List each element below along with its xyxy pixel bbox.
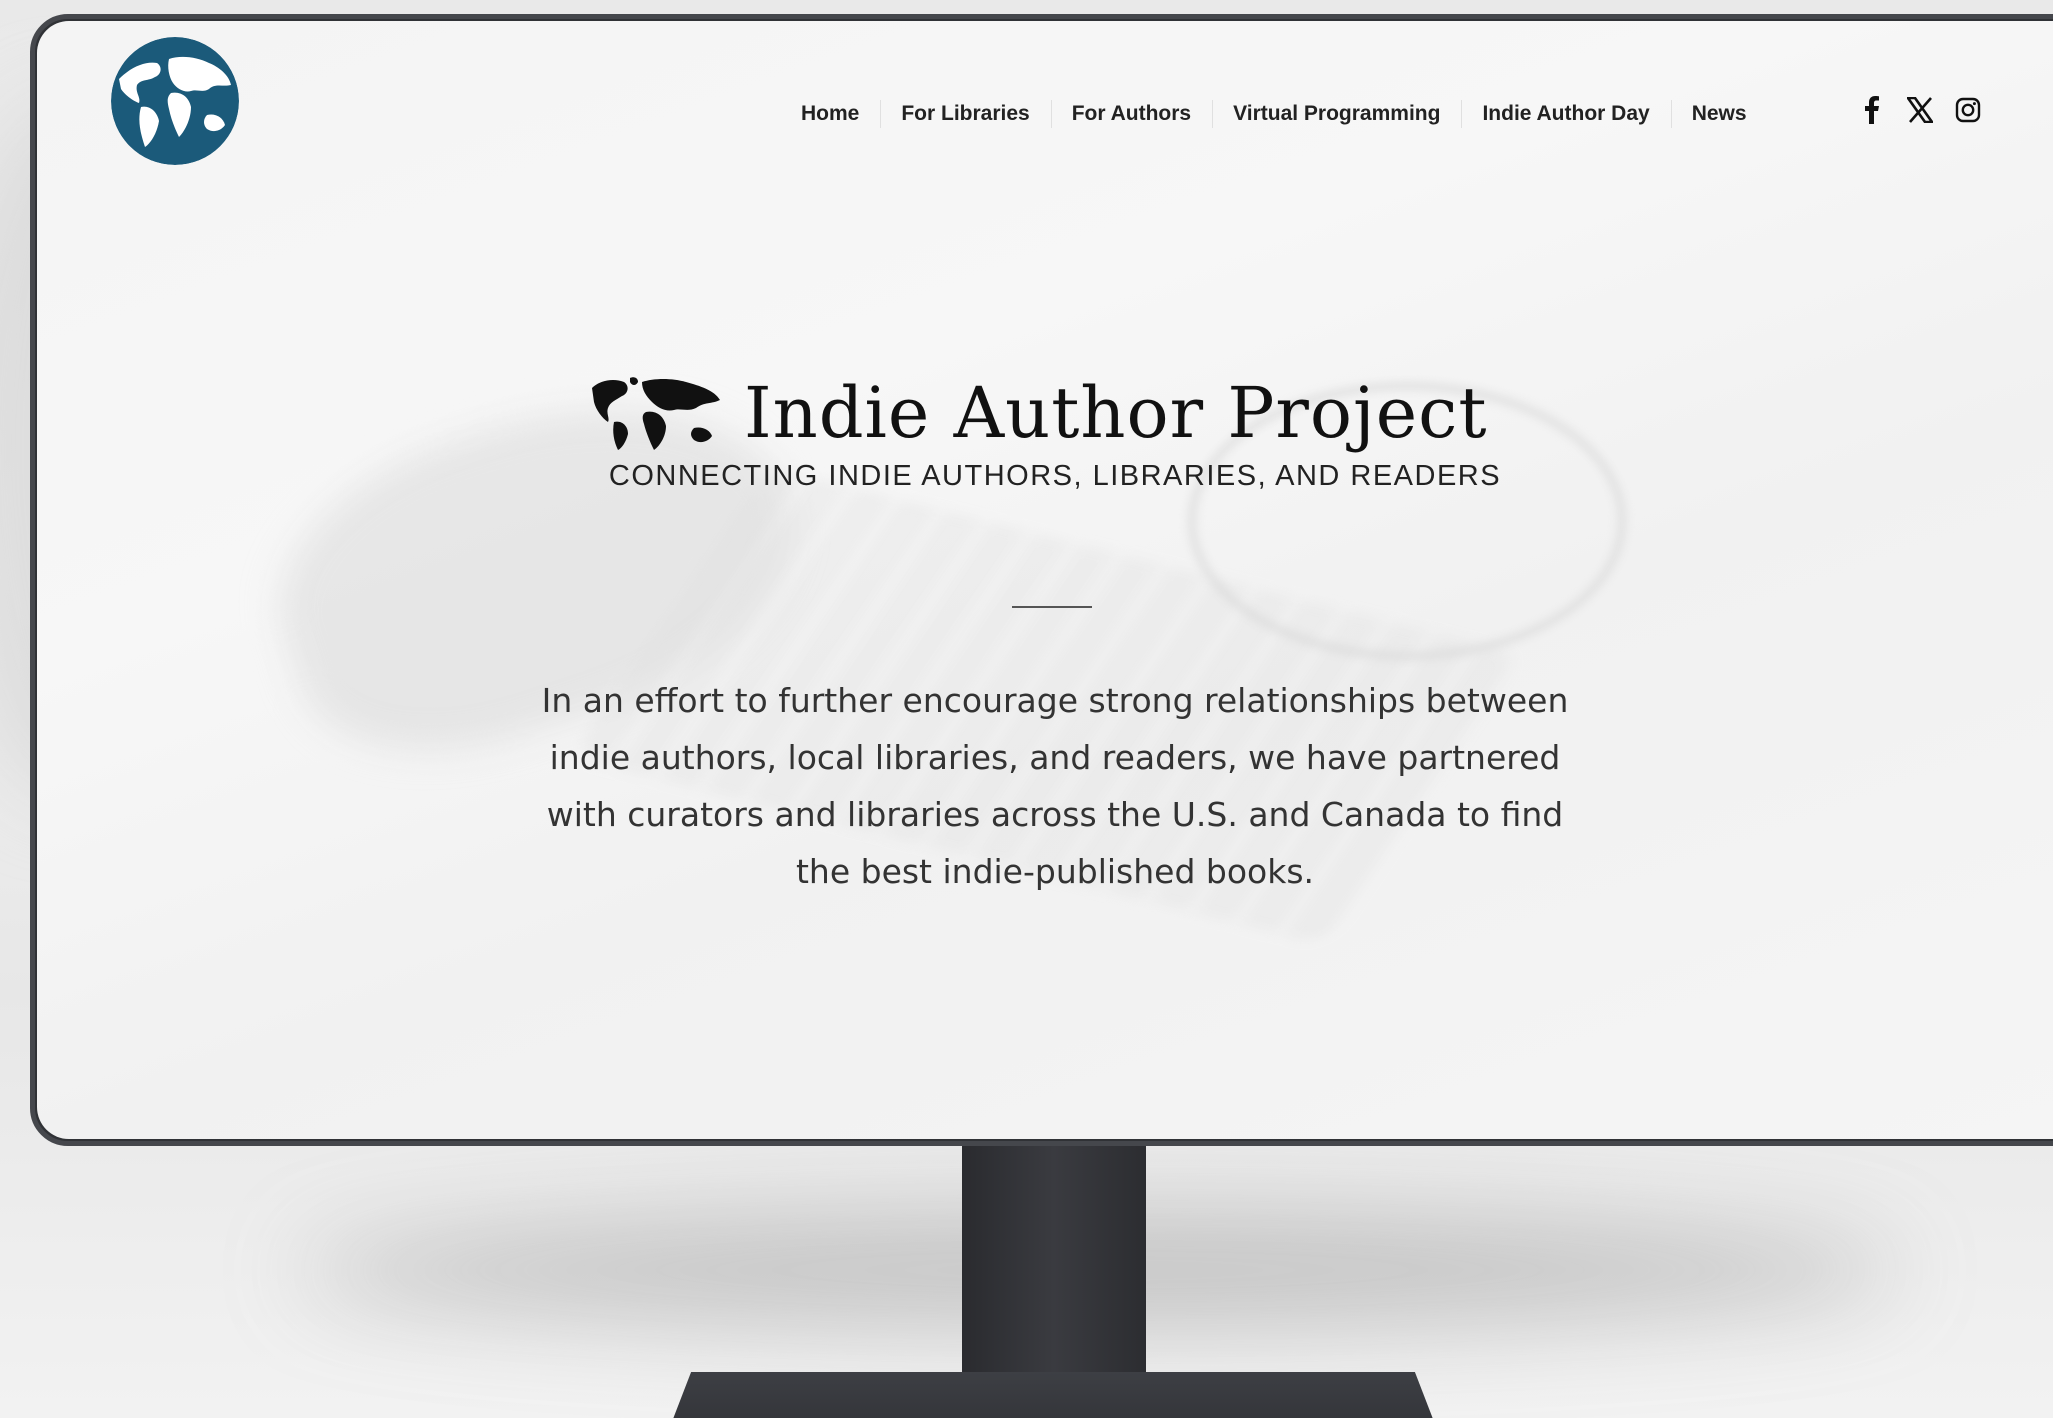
divider: [1012, 606, 1092, 608]
brand-title: Indie Author Project: [744, 372, 1488, 454]
globe-icon: [111, 37, 239, 165]
world-map-icon: [592, 377, 720, 450]
nav-item-for-authors[interactable]: For Authors: [1050, 100, 1212, 128]
intro-text: In an effort to further encourage strong…: [541, 681, 1569, 891]
browser-screen: [37, 21, 2053, 1139]
tagline: CONNECTING INDIE AUTHORS, LIBRARIES, AND…: [608, 460, 1502, 492]
facebook-icon[interactable]: [1858, 96, 1886, 124]
nav-item-news[interactable]: News: [1670, 100, 1768, 128]
social-links: [1858, 96, 1982, 124]
nav-item-indie-author-day[interactable]: Indie Author Day: [1461, 100, 1670, 128]
monitor-frame: [30, 14, 2053, 1146]
brand-heading: Indie Author Project: [590, 368, 1520, 458]
monitor-stand-base: [668, 1372, 1438, 1418]
nav-item-home[interactable]: Home: [780, 102, 880, 126]
site-logo[interactable]: [111, 37, 239, 165]
nav-item-virtual-programming[interactable]: Virtual Programming: [1212, 100, 1461, 128]
scene: Home For Libraries For Authors Virtual P…: [0, 0, 2053, 1418]
instagram-icon[interactable]: [1954, 96, 1982, 124]
x-icon[interactable]: [1906, 96, 1934, 124]
monitor-stand-neck: [962, 1146, 1146, 1396]
nav-item-for-libraries[interactable]: For Libraries: [880, 100, 1050, 128]
main-nav: Home For Libraries For Authors Virtual P…: [780, 100, 1768, 128]
